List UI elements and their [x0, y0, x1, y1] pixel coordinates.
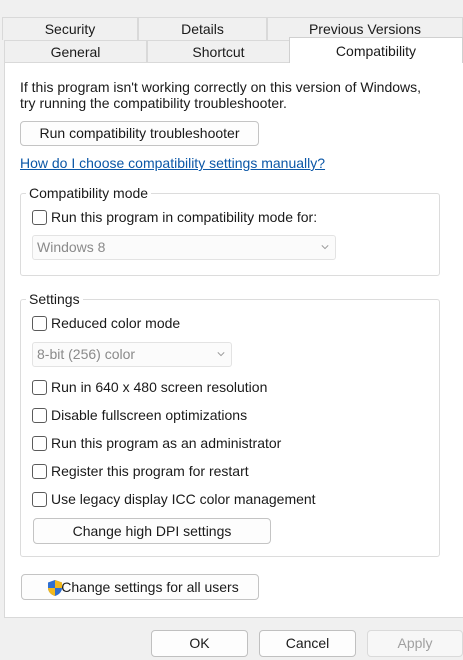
- chevron-down-icon: [217, 352, 225, 357]
- color-depth-value: 8-bit (256) color: [37, 346, 136, 362]
- disable-fullscreen-opt-checkbox[interactable]: [32, 407, 47, 423]
- reduced-color-row[interactable]: Reduced color mode: [32, 314, 180, 332]
- tab-details[interactable]: Details: [138, 17, 267, 40]
- disable-fullscreen-opt-row[interactable]: Disable fullscreen optimizations: [32, 406, 247, 424]
- tab-general[interactable]: General: [4, 40, 147, 63]
- compat-mode-label: Run this program in compatibility mode f…: [51, 209, 318, 225]
- change-settings-all-users-button[interactable]: Change settings for all users: [21, 574, 259, 600]
- run-troubleshooter-button[interactable]: Run compatibility troubleshooter: [20, 121, 259, 146]
- run-as-admin-label: Run this program as an administrator: [51, 435, 282, 451]
- compat-mode-checkbox-row[interactable]: Run this program in compatibility mode f…: [32, 208, 317, 226]
- cancel-button[interactable]: Cancel: [259, 630, 356, 657]
- run-as-admin-checkbox[interactable]: [32, 435, 47, 451]
- change-high-dpi-button[interactable]: Change high DPI settings: [33, 518, 271, 544]
- apply-button[interactable]: Apply: [367, 630, 463, 657]
- legacy-icc-row[interactable]: Use legacy display ICC color management: [32, 490, 316, 508]
- tab-row-bottom: General Shortcut Compatibility: [0, 37, 463, 63]
- compat-mode-checkbox[interactable]: [32, 209, 47, 225]
- settings-legend: Settings: [26, 291, 83, 307]
- uac-shield-icon: [48, 580, 62, 596]
- compat-os-value: Windows 8: [37, 239, 106, 255]
- reduced-color-label: Reduced color mode: [51, 315, 181, 331]
- ok-button[interactable]: OK: [151, 630, 248, 657]
- resolution-640-checkbox[interactable]: [32, 379, 47, 395]
- legacy-icc-checkbox[interactable]: [32, 491, 47, 507]
- resolution-640-row[interactable]: Run in 640 x 480 screen resolution: [32, 378, 267, 396]
- disable-fullscreen-opt-label: Disable fullscreen optimizations: [51, 407, 248, 423]
- tab-compatibility[interactable]: Compatibility: [289, 37, 463, 63]
- legacy-icc-label: Use legacy display ICC color management: [51, 491, 316, 507]
- compat-os-select[interactable]: Windows 8: [32, 235, 336, 260]
- color-depth-select[interactable]: 8-bit (256) color: [32, 342, 232, 367]
- intro-text: If this program isn't working correctly …: [20, 79, 422, 111]
- change-settings-all-users-label: Change settings for all users: [61, 579, 239, 595]
- reduced-color-checkbox[interactable]: [32, 315, 47, 331]
- tab-security[interactable]: Security: [2, 17, 138, 40]
- resolution-640-label: Run in 640 x 480 screen resolution: [51, 379, 268, 395]
- manual-settings-link[interactable]: How do I choose compatibility settings m…: [20, 155, 325, 171]
- tab-shortcut[interactable]: Shortcut: [147, 40, 290, 63]
- register-restart-row[interactable]: Register this program for restart: [32, 462, 249, 480]
- chevron-down-icon: [321, 245, 329, 250]
- register-restart-label: Register this program for restart: [51, 463, 249, 479]
- run-as-admin-row[interactable]: Run this program as an administrator: [32, 434, 281, 452]
- compatibility-mode-legend: Compatibility mode: [26, 185, 152, 201]
- register-restart-checkbox[interactable]: [32, 463, 47, 479]
